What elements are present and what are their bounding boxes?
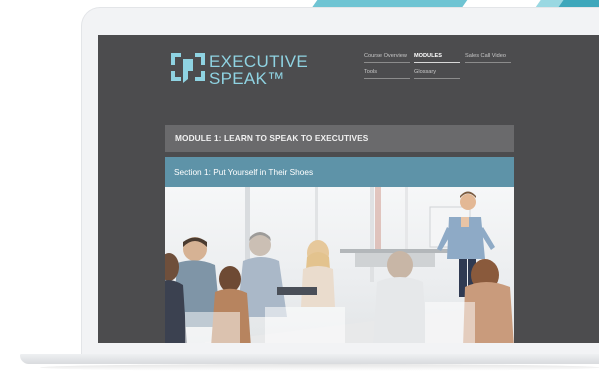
logo-line-1: EXECUTIVE — [209, 52, 309, 71]
nav-item-sales-call-video[interactable]: Sales Call Video — [465, 53, 511, 63]
executive-speak-logo[interactable]: EXECUTIVE SPEAK™ — [171, 53, 311, 95]
section-title-bar[interactable]: Section 1: Put Yourself in Their Shoes — [165, 157, 514, 187]
laptop-base — [20, 354, 599, 364]
nav-item-tools[interactable]: Tools — [364, 69, 410, 79]
meeting-photo — [165, 187, 514, 343]
nav-item-course-overview[interactable]: Course Overview — [364, 53, 410, 63]
module-title-bar[interactable]: MODULE 1: LEARN TO SPEAK TO EXECUTIVES — [165, 125, 514, 152]
laptop-screen: EXECUTIVE SPEAK™ Course Overview MODULES… — [98, 35, 599, 343]
decorative-accent-stripe — [311, 0, 475, 8]
nav-item-modules[interactable]: MODULES — [414, 53, 460, 63]
laptop-shadow — [40, 364, 599, 371]
meeting-illustration — [165, 187, 514, 343]
speech-bubble-logo-icon — [171, 53, 205, 83]
logo-wordmark: EXECUTIVE SPEAK™ — [209, 53, 308, 87]
logo-line-2: SPEAK™ — [209, 69, 285, 88]
nav-item-glossary[interactable]: Glossary — [414, 69, 460, 79]
